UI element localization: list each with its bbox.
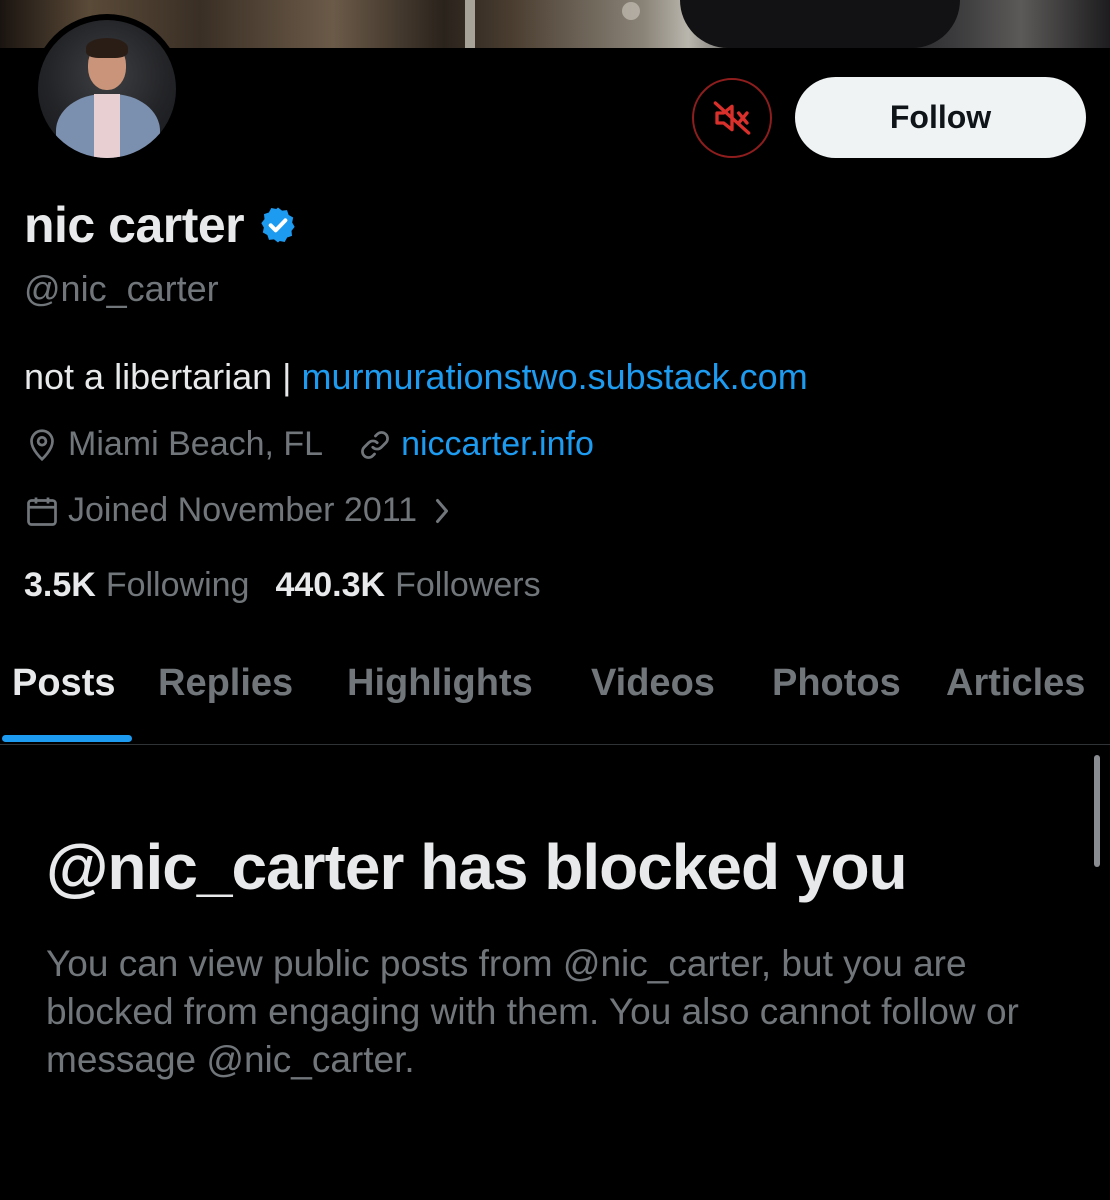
following-label: Following bbox=[105, 566, 250, 604]
profile-joined-row[interactable]: Joined November 2011 bbox=[24, 491, 453, 530]
following-count: 3.5K bbox=[24, 566, 96, 604]
calendar-icon bbox=[24, 493, 60, 529]
tab-articles[interactable]: Articles bbox=[946, 662, 1085, 705]
profile-name: nic carter bbox=[24, 197, 245, 253]
unmute-button[interactable] bbox=[692, 78, 772, 158]
follow-button[interactable]: Follow bbox=[795, 77, 1086, 158]
muted-speaker-icon bbox=[713, 101, 751, 135]
tab-photos[interactable]: Photos bbox=[772, 662, 901, 705]
profile-website[interactable]: niccarter.info bbox=[401, 425, 594, 464]
followers-label: Followers bbox=[395, 566, 541, 604]
followers-link[interactable]: 440.3K Followers bbox=[275, 566, 540, 605]
profile-banner[interactable] bbox=[0, 0, 1110, 48]
banner-detail bbox=[465, 0, 475, 48]
tab-posts[interactable]: Posts bbox=[12, 662, 115, 705]
tab-videos[interactable]: Videos bbox=[591, 662, 715, 705]
avatar[interactable] bbox=[32, 14, 182, 164]
blocked-message: You can view public posts from @nic_cart… bbox=[46, 943, 1019, 1080]
chevron-right-icon bbox=[431, 496, 453, 526]
active-tab-indicator bbox=[2, 735, 132, 742]
following-link[interactable]: 3.5K Following bbox=[24, 566, 249, 605]
profile-handle: @nic_carter bbox=[24, 268, 219, 309]
banner-detail bbox=[622, 2, 640, 20]
followers-count: 440.3K bbox=[275, 566, 386, 604]
profile-name-row: nic carter bbox=[24, 193, 298, 257]
scrollbar[interactable] bbox=[1094, 755, 1100, 867]
profile-meta-row: Miami Beach, FL niccarter.info bbox=[24, 425, 594, 464]
blocked-title: @nic_carter has blocked you bbox=[46, 831, 908, 903]
profile-tabs: Posts Replies Highlights Videos Photos A… bbox=[0, 640, 1110, 745]
link-icon bbox=[357, 427, 393, 463]
location-pin-icon bbox=[24, 427, 60, 463]
verified-badge-icon[interactable] bbox=[258, 205, 298, 245]
tab-highlights[interactable]: Highlights bbox=[347, 662, 533, 705]
profile-bio: not a libertarian | murmurationstwo.subs… bbox=[24, 356, 808, 398]
follow-counts: 3.5K Following 440.3K Followers bbox=[24, 566, 567, 605]
avatar-photo bbox=[38, 20, 176, 158]
bio-link[interactable]: murmurationstwo.substack.com bbox=[302, 356, 808, 397]
tab-replies[interactable]: Replies bbox=[158, 662, 293, 705]
profile-joined: Joined November 2011 bbox=[68, 491, 418, 529]
profile-location: Miami Beach, FL bbox=[68, 425, 324, 463]
bio-text: not a libertarian | bbox=[24, 356, 302, 397]
banner-detail bbox=[680, 0, 960, 48]
